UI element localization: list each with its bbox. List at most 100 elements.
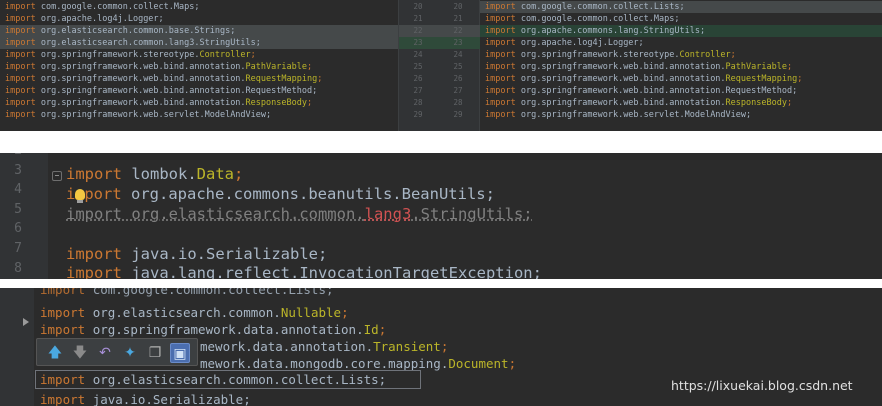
right-code-line[interactable]: import com.google.common.collect.Maps; — [480, 13, 882, 25]
keyword: import — [5, 50, 36, 60]
right-code-line[interactable]: import org.springframework.web.bind.anno… — [480, 85, 882, 97]
line-number: 4 — [14, 182, 22, 198]
right-code-line[interactable]: import org.springframework.web.bind.anno… — [480, 73, 882, 85]
right-code-line[interactable]: import org.springframework.web.bind.anno… — [480, 97, 882, 109]
line-number-right: 20 — [453, 2, 463, 11]
right-code-line[interactable]: import org.apache.commons.lang.StringUti… — [480, 25, 882, 37]
left-code-line[interactable]: import org.apache.log4j.Logger; — [0, 13, 398, 25]
import-path: org.springframework.web.bind.annotation. — [40, 62, 246, 72]
keyword: import — [5, 62, 36, 72]
semicolon: ; — [508, 356, 517, 371]
right-code-line[interactable]: import org.springframework.stereotype.Co… — [480, 49, 882, 61]
left-code-line[interactable]: import org.elasticsearch.common.base.Str… — [0, 25, 398, 37]
annotation-name: RequestMapping — [725, 74, 798, 84]
keyword: import — [5, 38, 36, 48]
import-path: com.google.common.collect.Lists; — [520, 2, 685, 12]
right-code-line[interactable]: import org.springframework.web.bind.anno… — [480, 61, 882, 73]
line-number-right: 27 — [453, 86, 463, 95]
line-number-left: 21 — [413, 14, 423, 23]
keyword-end: port — [84, 185, 122, 203]
code-line-8[interactable]: import java.lang.reflect.InvocationTarge… — [66, 264, 542, 279]
line-number-left: 20 — [413, 2, 423, 11]
keyword: import — [485, 2, 516, 12]
lightbulb-icon[interactable] — [75, 189, 85, 203]
import-path: org.springframework.web.bind.annotation. — [520, 62, 726, 72]
right-code-line[interactable]: import org.springframework.web.servlet.M… — [480, 109, 882, 121]
annotation-name: Controller — [199, 50, 251, 60]
code-line-2[interactable]: import org.springframework.data.annotati… — [40, 322, 386, 338]
class-name: Transient — [373, 339, 441, 354]
line-number: 3 — [14, 162, 22, 178]
keyword: import — [5, 74, 36, 84]
diff-right-pane: import com.google.common.collect.Lists; i… — [480, 0, 882, 131]
keyword: import — [66, 165, 122, 183]
right-code-line[interactable]: import org.apache.log4j.Logger; — [480, 37, 882, 49]
magic-icon[interactable]: ✦ — [120, 343, 140, 363]
import-path: com.google.common.collect.Maps; — [520, 14, 680, 24]
copy-icon[interactable]: ❐ — [145, 343, 165, 363]
left-code-line[interactable]: import org.springframework.stereotype.Co… — [0, 49, 398, 61]
package: org.springframework.data.annotation. — [92, 322, 364, 337]
diff-toolbar: 🡅 🡇 ↶ ✦ ❐ ▣ — [36, 338, 198, 366]
left-code-line[interactable]: import org.elasticsearch.common.lang3.St… — [0, 37, 398, 49]
keyword: import — [485, 110, 516, 120]
code-line-4[interactable]: i port org.apache.commons.beanutils.BeanU… — [66, 185, 495, 203]
right-code-line[interactable]: import com.google.common.collect.Lists; — [480, 1, 882, 13]
import-path: org.elasticsearch.common.lang3.StringUti… — [40, 38, 261, 48]
left-code-line[interactable]: import org.springframework.web.bind.anno… — [0, 73, 398, 85]
semicolon: ; — [306, 98, 313, 108]
code-line-5-selected[interactable]: import org.elasticsearch.common.collect.… — [40, 372, 386, 388]
keyword: import — [40, 392, 86, 406]
line-number-left: 22 — [413, 26, 423, 35]
keyword: import — [5, 110, 36, 120]
code-line-5-unused[interactable]: import org.elasticsearch.common.lang3.St… — [66, 205, 533, 223]
semicolon: ; — [317, 74, 323, 84]
left-code-line[interactable]: import org.springframework.web.bind.anno… — [0, 97, 398, 109]
code-line-0[interactable]: import com.google.common.collect.Lists; — [40, 288, 334, 298]
annotation-name: PathVariable — [245, 62, 307, 72]
semicolon: ; — [786, 62, 793, 72]
zoomed-editor: 2 3 4 5 6 7 8 import lombok.Data; iport org.ap… — [0, 153, 882, 279]
left-code-line[interactable]: import org.springframework.web.bind.anno… — [0, 85, 398, 97]
code-line-1[interactable]: import org.elasticsearch.common.Nullable… — [40, 305, 349, 321]
watermark: https://lixuekai.blog.csdn.net — [671, 378, 853, 393]
import-path: org.apache.log4j.Logger; — [520, 38, 644, 48]
line-number-right: 23 — [453, 38, 463, 47]
undo-icon[interactable]: ↶ — [95, 343, 115, 363]
editor-gutter — [0, 288, 34, 406]
left-code-line[interactable]: import org.springframework.web.servlet.M… — [0, 109, 398, 121]
line-number-left: 25 — [413, 62, 423, 71]
arrow-up-icon[interactable]: 🡅 — [45, 343, 65, 363]
fold-marker-icon[interactable] — [52, 171, 62, 181]
import-path: java.lang.reflect.InvocationTargetExcept… — [131, 264, 542, 279]
line-number: 5 — [14, 201, 22, 217]
compare-icon[interactable]: ▣ — [170, 343, 190, 363]
semicolon: ; — [440, 339, 449, 354]
keyword: import — [5, 14, 36, 24]
keyword: import — [485, 38, 516, 48]
import-path: java.io.Serializable; — [131, 245, 328, 263]
code-line-3[interactable]: import lombok.Data; — [66, 165, 243, 183]
code-line-7[interactable]: import java.io.Serializable; — [66, 245, 327, 263]
left-code-line[interactable]: import org.springframework.web.bind.anno… — [0, 61, 398, 73]
code-line-3-partial[interactable]: mework.data.annotation.Transient; — [200, 339, 448, 355]
annotation-name: Controller — [679, 50, 731, 60]
line-number-right: 22 — [453, 26, 463, 35]
import-path: org.springframework.stereotype. — [40, 50, 200, 60]
fold-arrow-icon[interactable] — [23, 318, 29, 326]
unresolved-package: lang3 — [364, 205, 412, 223]
keyword: import — [5, 26, 36, 36]
left-code-line[interactable]: import com.google.common.collect.Maps; — [0, 1, 398, 13]
keyword: import — [40, 372, 86, 387]
keyword: import — [5, 86, 36, 96]
import-path-a: import org.elasticsearch.common. — [66, 205, 365, 223]
keyword: import — [485, 62, 516, 72]
keyword: import — [66, 264, 122, 279]
annotation-name: ResponseBody — [725, 98, 787, 108]
code-line-6[interactable]: import java.io.Serializable; — [40, 392, 251, 406]
semicolon: ; — [786, 98, 793, 108]
line-number-left: 26 — [413, 74, 423, 83]
semicolon: ; — [378, 322, 387, 337]
import-path: org.elasticsearch.common.base.Strings; — [40, 26, 236, 36]
arrow-down-icon[interactable]: 🡇 — [70, 343, 90, 363]
